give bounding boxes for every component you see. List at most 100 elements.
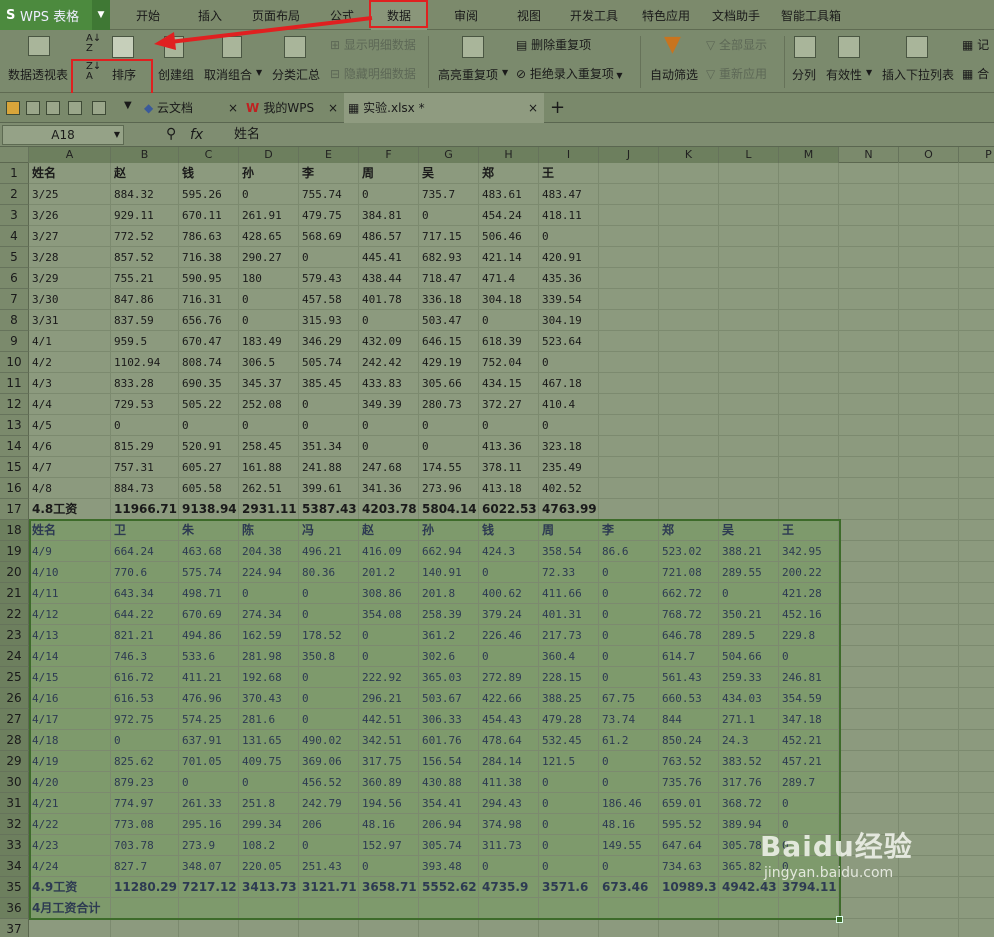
grid-cell[interactable]: 陈 — [239, 520, 299, 541]
grid-cell[interactable] — [959, 562, 994, 583]
grid-cell[interactable]: 716.38 — [179, 247, 239, 268]
grid-cell[interactable] — [839, 604, 899, 625]
grid-cell[interactable]: 226.46 — [479, 625, 539, 646]
grid-cell[interactable]: 420.91 — [539, 247, 599, 268]
grid-cell[interactable]: 4735.9 — [479, 877, 539, 898]
grid-cell[interactable] — [779, 415, 839, 436]
row-header[interactable]: 19 — [0, 541, 29, 562]
grid-cell[interactable] — [959, 604, 994, 625]
grid-cell[interactable]: 575.74 — [179, 562, 239, 583]
grid-cell[interactable]: 959.5 — [111, 331, 179, 352]
grid-cell[interactable]: 342.95 — [779, 541, 839, 562]
grid-cell[interactable]: 0 — [539, 835, 599, 856]
grid-cell[interactable]: 王 — [539, 163, 599, 184]
grid-cell[interactable]: 323.18 — [539, 436, 599, 457]
grid-cell[interactable]: 0 — [599, 625, 659, 646]
grid-cell[interactable]: 178.52 — [299, 625, 359, 646]
grid-cell[interactable]: 568.69 — [299, 226, 359, 247]
grid-cell[interactable]: 200.22 — [779, 562, 839, 583]
grid-cell[interactable]: 0 — [239, 583, 299, 604]
grid-cell[interactable]: 354.08 — [359, 604, 419, 625]
grid-cell[interactable]: 505.22 — [179, 394, 239, 415]
grid-cell[interactable] — [839, 205, 899, 226]
grid-cell[interactable] — [959, 919, 994, 937]
grid-cell[interactable]: 220.05 — [239, 856, 299, 877]
grid-cell[interactable]: 152.97 — [359, 835, 419, 856]
grid-cell[interactable]: 605.58 — [179, 478, 239, 499]
grid-cell[interactable]: 259.33 — [719, 667, 779, 688]
grid-cell[interactable]: 379.24 — [479, 604, 539, 625]
grid-cell[interactable]: 251.8 — [239, 793, 299, 814]
row-header[interactable]: 26 — [0, 688, 29, 709]
grid-cell[interactable] — [659, 373, 719, 394]
grid-cell[interactable]: 442.51 — [359, 709, 419, 730]
grid-cell[interactable] — [899, 562, 959, 583]
grid-cell[interactable] — [959, 499, 994, 520]
grid-cell[interactable]: 647.64 — [659, 835, 719, 856]
grid-cell[interactable]: 0 — [359, 184, 419, 205]
grid-cell[interactable]: 0 — [599, 667, 659, 688]
grid-cell[interactable]: 0 — [299, 667, 359, 688]
grid-cell[interactable] — [959, 436, 994, 457]
grid-cell[interactable]: 周 — [359, 163, 419, 184]
grid-cell[interactable] — [539, 898, 599, 919]
grid-cell[interactable]: 305.74 — [419, 835, 479, 856]
grid-cell[interactable] — [659, 205, 719, 226]
grid-cell[interactable]: 734.63 — [659, 856, 719, 877]
grid-cell[interactable] — [659, 184, 719, 205]
grid-cell[interactable]: 李 — [599, 520, 659, 541]
grid-cell[interactable]: 0 — [239, 184, 299, 205]
grid-cell[interactable]: 5804.14 — [419, 499, 479, 520]
row-header[interactable]: 15 — [0, 457, 29, 478]
tab-developer[interactable]: 开发工具 — [562, 0, 626, 30]
grid-cell[interactable]: 673.46 — [599, 877, 659, 898]
grid-cell[interactable]: 409.75 — [239, 751, 299, 772]
grid-cell[interactable]: 4/4 — [29, 394, 111, 415]
grid-cell[interactable] — [719, 457, 779, 478]
grid-cell[interactable]: 251.43 — [299, 856, 359, 877]
grid-cell[interactable]: 595.52 — [659, 814, 719, 835]
grid-cell[interactable] — [899, 205, 959, 226]
grid-cell[interactable] — [839, 415, 899, 436]
grid-cell[interactable] — [599, 394, 659, 415]
grid-cell[interactable]: 朱 — [179, 520, 239, 541]
grid-cell[interactable]: 850.24 — [659, 730, 719, 751]
column-header[interactable]: D — [239, 147, 299, 163]
grid-cell[interactable]: 3/31 — [29, 310, 111, 331]
grid-cell[interactable]: 304.19 — [539, 310, 599, 331]
grid-cell[interactable] — [719, 415, 779, 436]
grid-cell[interactable] — [839, 436, 899, 457]
grid-cell[interactable]: 4/17 — [29, 709, 111, 730]
grid-cell[interactable] — [899, 520, 959, 541]
grid-cell[interactable]: 401.78 — [359, 289, 419, 310]
grid-cell[interactable]: 616.72 — [111, 667, 179, 688]
grid-cell[interactable]: 206 — [299, 814, 359, 835]
grid-cell[interactable] — [599, 352, 659, 373]
grid-cell[interactable]: 孙 — [239, 163, 299, 184]
grid-cell[interactable]: 周 — [539, 520, 599, 541]
row-header[interactable]: 1 — [0, 163, 29, 184]
row-header[interactable]: 3 — [0, 205, 29, 226]
grid-cell[interactable]: 857.52 — [111, 247, 179, 268]
grid-cell[interactable] — [779, 331, 839, 352]
grid-cell[interactable] — [959, 352, 994, 373]
grid-cell[interactable]: 844 — [659, 709, 719, 730]
grid-cell[interactable]: 646.15 — [419, 331, 479, 352]
show-all-button[interactable]: ▽ 全部显示 — [706, 36, 767, 53]
grid-cell[interactable] — [839, 373, 899, 394]
grid-cell[interactable]: 48.16 — [599, 814, 659, 835]
grid-cell[interactable]: 201.2 — [359, 562, 419, 583]
grid-cell[interactable]: 206.94 — [419, 814, 479, 835]
grid-cell[interactable]: 吴 — [719, 520, 779, 541]
grid-cell[interactable]: 24.3 — [719, 730, 779, 751]
grid-cell[interactable]: 48.16 — [359, 814, 419, 835]
grid-cell[interactable]: 365.03 — [419, 667, 479, 688]
grid-cell[interactable] — [899, 793, 959, 814]
grid-cell[interactable] — [719, 394, 779, 415]
row-header[interactable]: 6 — [0, 268, 29, 289]
grid-cell[interactable] — [959, 184, 994, 205]
grid-cell[interactable]: 428.65 — [239, 226, 299, 247]
column-header[interactable]: O — [899, 147, 959, 163]
grid-cell[interactable]: 0 — [359, 646, 419, 667]
grid-cell[interactable]: 4/7 — [29, 457, 111, 478]
